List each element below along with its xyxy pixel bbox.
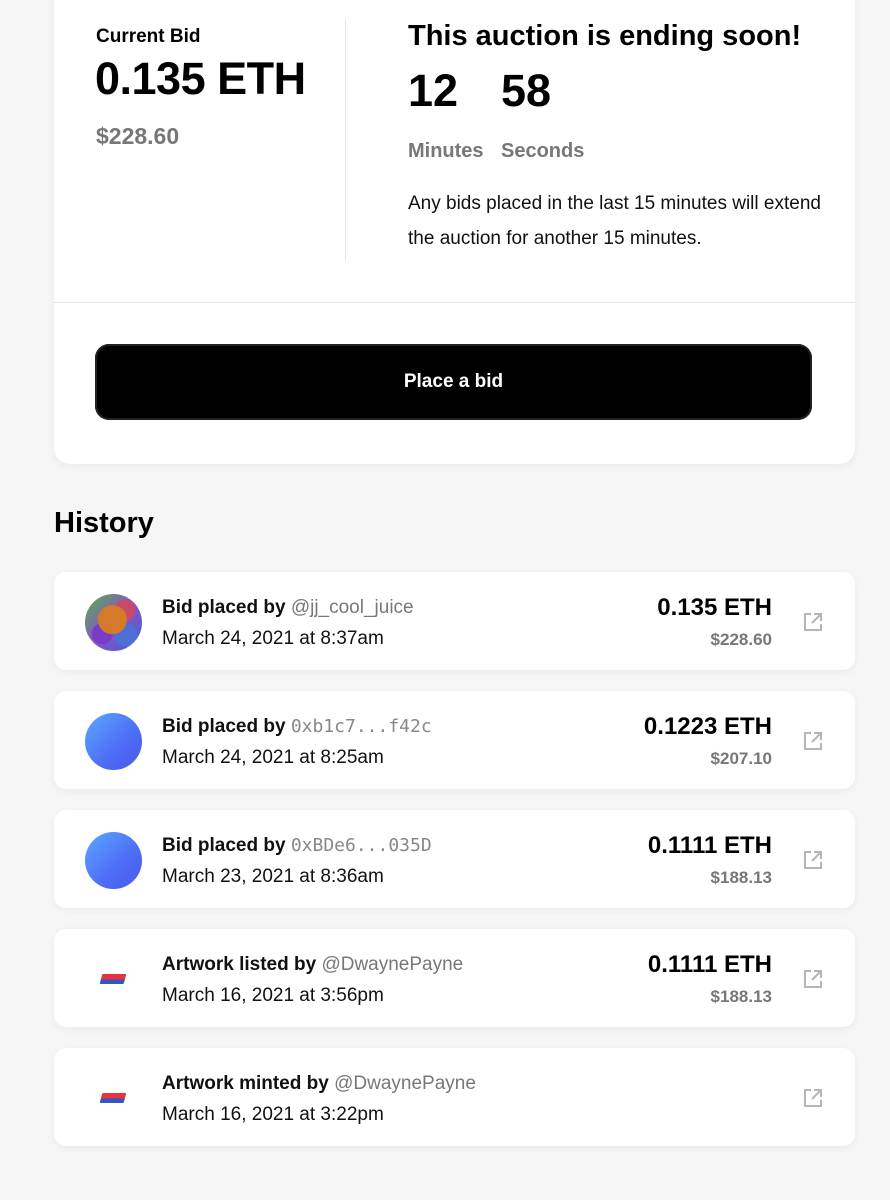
- history-row: Bid placed by 0xb1c7...f42c March 24, 20…: [54, 691, 855, 789]
- countdown-minutes-label: Minutes: [408, 140, 484, 162]
- artwork-logo-mark: [99, 1093, 127, 1103]
- history-row-title: Bid placed by 0xb1c7...f42c: [162, 716, 432, 738]
- history-row-usd: $188.13: [710, 987, 772, 1006]
- current-bid-label: Current Bid: [96, 26, 201, 47]
- external-link-icon[interactable]: [802, 611, 824, 633]
- current-bid-eth-amount: 0.135 ETH: [95, 53, 306, 104]
- history-row-title: Artwork minted by @DwaynePayne: [162, 1073, 476, 1095]
- horizontal-divider: [54, 302, 855, 303]
- actor-handle-link[interactable]: @jj_cool_juice: [291, 597, 414, 618]
- user-avatar[interactable]: [85, 594, 142, 651]
- user-avatar[interactable]: [85, 713, 142, 770]
- history-row-date: March 24, 2021 at 8:25am: [162, 747, 384, 768]
- history-row-title: Artwork listed by @DwaynePayne: [162, 954, 463, 976]
- external-link-icon[interactable]: [802, 730, 824, 752]
- wallet-address-link[interactable]: 0xb1c7...f42c: [291, 716, 432, 737]
- user-avatar[interactable]: [85, 832, 142, 889]
- wallet-address-link[interactable]: 0xBDe6...035D: [291, 835, 432, 856]
- auction-card: Current Bid 0.135 ETH $228.60 This aucti…: [54, 0, 855, 464]
- history-row-eth: 0.1111 ETH: [647, 832, 772, 859]
- history-action-text: Artwork listed by: [162, 954, 317, 975]
- history-action-text: Artwork minted by: [162, 1073, 329, 1094]
- history-row-date: March 16, 2021 at 3:56pm: [162, 985, 384, 1006]
- countdown-seconds-value: 58: [501, 65, 552, 116]
- history-action-text: Bid placed by: [162, 716, 286, 737]
- history-title: History: [54, 507, 154, 539]
- external-link-icon[interactable]: [802, 968, 824, 990]
- actor-handle-link[interactable]: @DwaynePayne: [334, 1073, 476, 1094]
- auction-extend-note: Any bids placed in the last 15 minutes w…: [408, 193, 821, 249]
- countdown-seconds-label: Seconds: [501, 140, 585, 162]
- history-row-date: March 16, 2021 at 3:22pm: [162, 1104, 384, 1125]
- countdown-minutes-value: 12: [408, 65, 459, 116]
- current-bid-usd-amount: $228.60: [96, 123, 180, 149]
- artwork-logo-icon: [85, 951, 142, 1008]
- history-action-text: Bid placed by: [162, 597, 286, 618]
- auction-ending-title: This auction is ending soon!: [408, 20, 802, 52]
- external-link-icon[interactable]: [802, 1087, 824, 1109]
- artwork-logo-icon: [85, 1070, 142, 1127]
- place-bid-button[interactable]: Place a bid: [95, 344, 812, 420]
- history-row-usd: $188.13: [710, 868, 772, 887]
- history-row: Bid placed by 0xBDe6...035D March 23, 20…: [54, 810, 855, 908]
- history-row: Artwork listed by @DwaynePayne March 16,…: [54, 929, 855, 1027]
- history-row-title: Bid placed by @jj_cool_juice: [162, 597, 414, 619]
- history-row-usd: $228.60: [710, 630, 772, 649]
- history-row-date: March 23, 2021 at 8:36am: [162, 866, 384, 887]
- history-row-eth: 0.135 ETH: [657, 594, 772, 621]
- external-link-icon[interactable]: [802, 849, 824, 871]
- history-row: Artwork minted by @DwaynePayne March 16,…: [54, 1048, 855, 1146]
- history-row: Bid placed by @jj_cool_juice March 24, 2…: [54, 572, 855, 670]
- history-row-eth: 0.1223 ETH: [643, 713, 772, 740]
- history-row-title: Bid placed by 0xBDe6...035D: [162, 835, 432, 857]
- history-row-date: March 24, 2021 at 8:37am: [162, 628, 384, 649]
- history-action-text: Bid placed by: [162, 835, 286, 856]
- history-row-eth: 0.1111 ETH: [647, 951, 772, 978]
- actor-handle-link[interactable]: @DwaynePayne: [321, 954, 463, 975]
- history-row-usd: $207.10: [710, 749, 772, 768]
- vertical-divider: [345, 20, 346, 260]
- artwork-logo-mark: [99, 974, 127, 984]
